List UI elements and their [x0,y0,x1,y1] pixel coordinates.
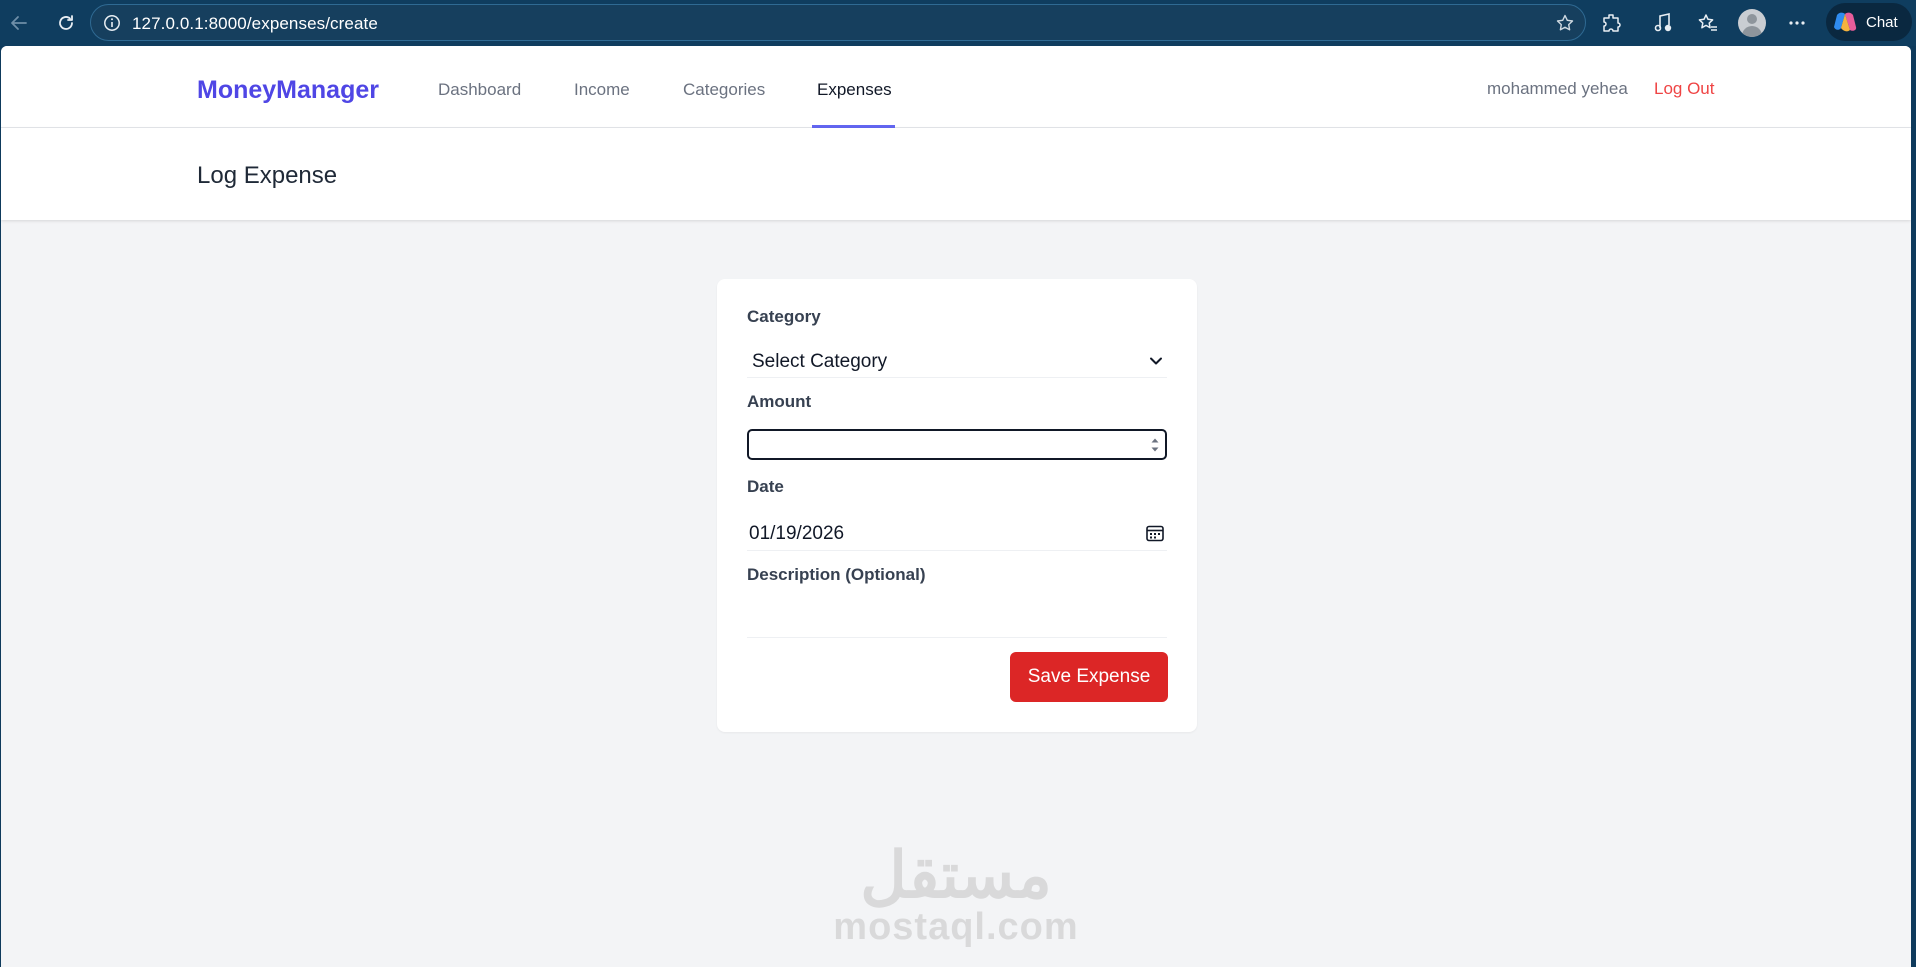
copilot-icon [1834,12,1857,32]
avatar-head [1747,14,1757,24]
nav-link-categories[interactable]: Categories [683,80,765,100]
browser-toolbar: 127.0.0.1:8000/expenses/create Chat [0,0,1916,46]
site-info-icon[interactable] [103,14,121,37]
watermark-latin: mostaql.com [833,906,1079,948]
extensions-icon[interactable] [1597,8,1627,38]
page-viewport: MoneyManager Dashboard Income Categories… [1,46,1911,967]
favorite-star-icon[interactable] [1555,13,1575,38]
logout-link[interactable]: Log Out [1654,79,1715,99]
refresh-icon [59,15,73,30]
date-value: 01/19/2026 [749,523,845,544]
number-spinner-icon [1151,438,1159,452]
category-label: Category [747,307,821,326]
back-arrow-icon [11,16,27,30]
amount-label: Amount [747,392,812,411]
page-header: Log Expense [1,128,1911,220]
brand-logo[interactable]: MoneyManager [197,76,379,105]
chevron-down-icon [1150,357,1162,365]
category-selected-value: Select Category [752,351,888,372]
date-label: Date [747,477,784,496]
copilot-chat-button[interactable]: Chat [1826,3,1912,41]
url-text: 127.0.0.1:8000/expenses/create [132,14,378,33]
more-options-icon[interactable] [1782,8,1812,38]
back-button[interactable] [4,8,34,38]
date-input[interactable]: 01/19/2026 [747,514,1167,551]
user-name[interactable]: mohammed yehea [1487,79,1628,99]
expense-form-card: Category Select Category Amount Date 01/… [717,279,1197,732]
page-title: Log Expense [197,162,338,189]
mostaql-watermark: مستقل mostaql.com [806,843,1106,947]
avatar-body [1742,26,1762,37]
favorites-icon[interactable] [1693,8,1723,38]
nav-link-income[interactable]: Income [574,80,630,100]
top-navigation: MoneyManager Dashboard Income Categories… [1,46,1911,128]
save-expense-button[interactable]: Save Expense [1010,652,1168,702]
chat-label: Chat [1866,13,1898,31]
refresh-button[interactable] [51,8,81,38]
nav-link-expenses[interactable]: Expenses [817,80,892,100]
category-select[interactable]: Select Category [747,344,1167,378]
description-label: Description (Optional) [747,565,926,584]
description-input[interactable] [747,599,1167,638]
media-control-icon[interactable] [1648,8,1678,38]
calendar-icon [1146,525,1164,542]
address-bar[interactable]: 127.0.0.1:8000/expenses/create [90,4,1586,41]
amount-input[interactable] [747,429,1167,460]
watermark-arabic: مستقل [860,839,1052,911]
profile-avatar[interactable] [1738,9,1766,37]
nav-link-dashboard[interactable]: Dashboard [438,80,521,100]
